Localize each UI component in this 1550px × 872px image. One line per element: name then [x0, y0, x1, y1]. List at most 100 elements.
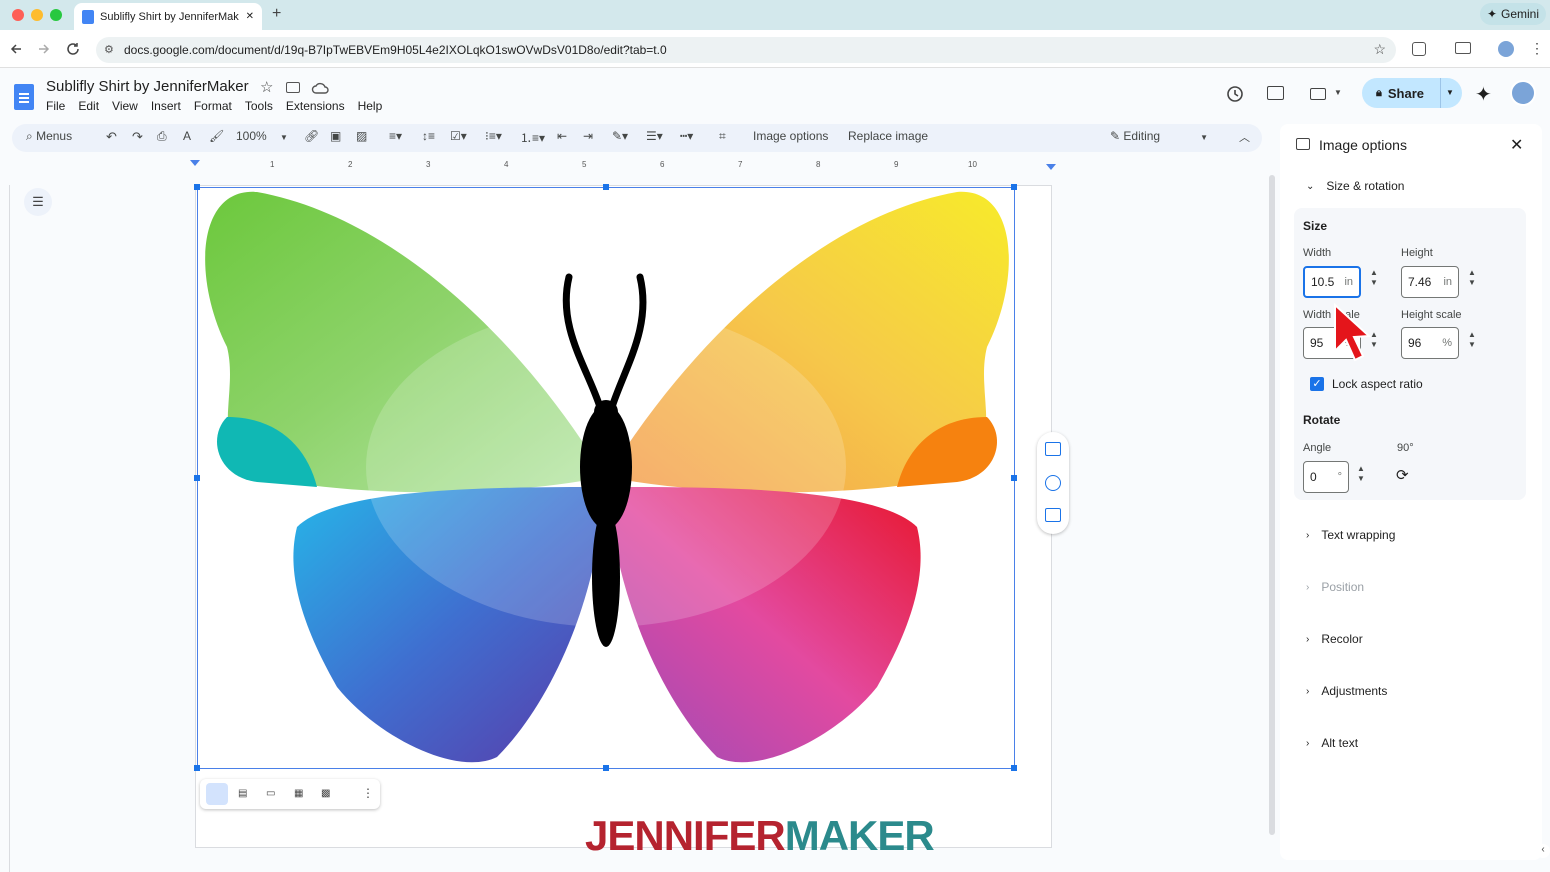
collapse-toolbar-icon[interactable]: ︿	[1239, 129, 1250, 145]
bulleted-list-icon[interactable]: ⁝≡▾	[485, 129, 502, 143]
border-dash-icon[interactable]: ┅▾	[680, 129, 693, 143]
move-folder-icon[interactable]	[286, 82, 300, 93]
emoji-reaction-icon[interactable]	[1045, 475, 1061, 491]
forward-icon[interactable]	[36, 41, 52, 57]
add-comment-icon[interactable]: ▣	[330, 129, 341, 143]
checklist-icon[interactable]: ☑▾	[450, 129, 467, 143]
resize-handle[interactable]	[194, 184, 200, 190]
bookmark-star-icon[interactable]: ☆	[1373, 41, 1386, 58]
wrap-text-icon[interactable]: ▤	[238, 788, 247, 799]
position-header[interactable]: › Position	[1306, 580, 1364, 594]
reload-icon[interactable]	[65, 41, 81, 57]
resize-handle[interactable]	[1011, 184, 1017, 190]
profile-avatar-icon[interactable]	[1498, 41, 1514, 57]
replace-image-button[interactable]: Replace image	[848, 129, 928, 143]
search-menus[interactable]: ⌕ Menus	[26, 129, 72, 144]
height-input[interactable]: 7.46 in	[1401, 266, 1459, 298]
url-field[interactable]: ⚙ docs.google.com/document/d/19q-B7IpTwE…	[96, 37, 1396, 63]
menu-edit[interactable]: Edit	[78, 99, 99, 113]
comments-icon[interactable]	[1267, 86, 1284, 100]
menu-view[interactable]: View	[112, 99, 138, 113]
behind-text-icon[interactable]: ▦	[294, 788, 303, 799]
close-tab-icon[interactable]: ✕	[246, 11, 262, 22]
align-icon[interactable]: ≡▾	[389, 129, 402, 143]
insert-image-icon[interactable]: ▨	[356, 129, 367, 143]
spellcheck-icon[interactable]: A	[183, 129, 191, 143]
share-dropdown-icon[interactable]: ▼	[1446, 88, 1454, 97]
crop-image-icon[interactable]: ⌗	[719, 129, 726, 144]
resize-handle[interactable]	[194, 765, 200, 771]
increase-indent-icon[interactable]: ⇥	[583, 129, 593, 143]
menu-extensions[interactable]: Extensions	[286, 99, 345, 113]
recolor-header[interactable]: › Recolor	[1306, 632, 1363, 646]
browser-menu-icon[interactable]: ⋮	[1530, 40, 1544, 57]
maximize-window-button[interactable]	[50, 9, 62, 21]
paint-format-icon[interactable]: 🖌︎	[209, 129, 224, 143]
document-scrollbar[interactable]	[1269, 175, 1275, 835]
suggest-edits-icon[interactable]	[1045, 508, 1061, 522]
more-options-icon[interactable]: ⋮	[362, 786, 374, 800]
border-color-icon[interactable]: ✎▾	[612, 129, 628, 143]
version-history-icon[interactable]	[1225, 84, 1245, 104]
angle-stepper[interactable]: ▲ ▼	[1357, 464, 1365, 484]
resize-handle[interactable]	[1011, 765, 1017, 771]
new-tab-button[interactable]: +	[272, 5, 281, 23]
print-icon[interactable]: ⎙	[157, 129, 167, 144]
right-indent-marker[interactable]	[1046, 164, 1056, 170]
document-title[interactable]: Sublifly Shirt by JenniferMaker	[46, 78, 249, 95]
redo-icon[interactable]: ↷	[132, 129, 143, 145]
zoom-select[interactable]: 100% ▼	[236, 129, 288, 143]
text-wrapping-header[interactable]: › Text wrapping	[1306, 528, 1395, 542]
wrap-inline-icon[interactable]	[206, 783, 228, 805]
numbered-list-icon[interactable]: ⒈≡▾	[520, 129, 545, 146]
left-indent-marker[interactable]	[190, 160, 200, 166]
break-text-icon[interactable]: ▭	[266, 788, 275, 799]
extensions-icon[interactable]	[1412, 42, 1426, 56]
width-stepper[interactable]: ▲ ▼	[1370, 268, 1378, 288]
docs-logo-icon[interactable]	[14, 84, 34, 110]
gemini-button[interactable]: ✦ Gemini	[1480, 3, 1546, 25]
add-comment-icon[interactable]	[1045, 442, 1061, 456]
menu-format[interactable]: Format	[194, 99, 232, 113]
resize-handle[interactable]	[194, 475, 200, 481]
browser-tab[interactable]: Sublifly Shirt by JenniferMak ✕	[74, 3, 262, 30]
image-options-button[interactable]: Image options	[753, 129, 828, 143]
cast-icon[interactable]	[1455, 42, 1471, 54]
minimize-window-button[interactable]	[31, 9, 43, 21]
rotate-90-icon[interactable]: ⟳	[1396, 466, 1409, 484]
cloud-status-icon[interactable]	[311, 80, 329, 96]
lock-aspect-checkbox[interactable]: ✓	[1310, 377, 1324, 391]
editing-mode-select[interactable]: ✎ Editing ▼	[1110, 129, 1208, 143]
height-scale-input[interactable]: 96%	[1401, 327, 1459, 359]
size-rotation-header[interactable]: ⌄ Size & rotation	[1306, 179, 1404, 193]
angle-input[interactable]: 0 °	[1303, 461, 1349, 493]
adjustments-header[interactable]: › Adjustments	[1306, 684, 1387, 698]
side-panel-toggle-icon[interactable]: ‹	[1536, 844, 1550, 858]
decrease-indent-icon[interactable]: ⇤	[557, 129, 567, 143]
height-scale-stepper[interactable]: ▲ ▼	[1468, 330, 1476, 350]
resize-handle[interactable]	[603, 184, 609, 190]
menu-tools[interactable]: Tools	[245, 99, 273, 113]
meet-icon[interactable]	[1310, 88, 1326, 100]
close-window-button[interactable]	[12, 9, 24, 21]
insert-link-icon[interactable]: 🔗︎	[304, 129, 319, 143]
star-icon[interactable]: ☆	[260, 78, 273, 96]
line-spacing-icon[interactable]: ↕≡	[422, 129, 435, 143]
width-input[interactable]: 10.5 in	[1303, 266, 1361, 298]
front-of-text-icon[interactable]: ▩	[321, 788, 330, 799]
gemini-sparkle-icon[interactable]: ✦	[1475, 82, 1492, 107]
resize-handle[interactable]	[603, 765, 609, 771]
resize-handle[interactable]	[1011, 475, 1017, 481]
border-weight-icon[interactable]: ☰▾	[646, 129, 663, 143]
site-settings-icon[interactable]: ⚙	[104, 43, 114, 56]
back-icon[interactable]	[8, 41, 24, 57]
document-outline-icon[interactable]: ☰	[24, 188, 52, 216]
menu-file[interactable]: File	[46, 99, 65, 113]
alt-text-header[interactable]: › Alt text	[1306, 736, 1358, 750]
height-stepper[interactable]: ▲ ▼	[1468, 268, 1476, 288]
undo-icon[interactable]: ↶	[106, 129, 117, 145]
menu-help[interactable]: Help	[358, 99, 383, 113]
share-button[interactable]: 🔒︎ Share ▼	[1362, 78, 1462, 108]
close-panel-icon[interactable]: ✕	[1510, 135, 1523, 155]
account-avatar[interactable]	[1510, 80, 1536, 106]
